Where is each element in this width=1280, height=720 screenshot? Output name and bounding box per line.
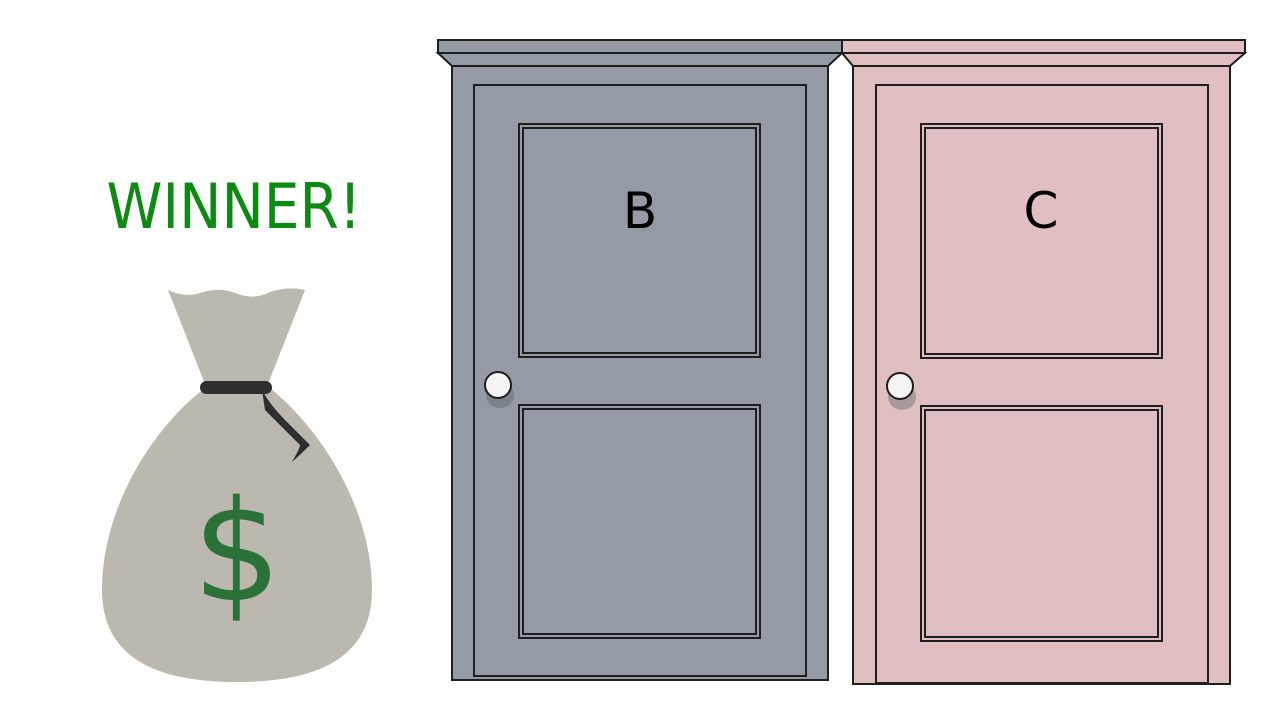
dollar-sign: $ — [192, 471, 281, 634]
bag-tie — [200, 381, 272, 394]
door-label-c: C — [1024, 182, 1059, 240]
door-b[interactable]: B — [435, 39, 845, 681]
door-knob-icon — [886, 372, 914, 400]
door-label-b: B — [623, 182, 657, 240]
door-knob-icon — [484, 371, 512, 399]
scene: WINNER! $ B C — [102, 39, 1248, 685]
money-bag-icon: $ — [102, 288, 372, 682]
winner-text: WINNER! — [107, 170, 362, 243]
door-c[interactable]: C — [839, 39, 1248, 685]
